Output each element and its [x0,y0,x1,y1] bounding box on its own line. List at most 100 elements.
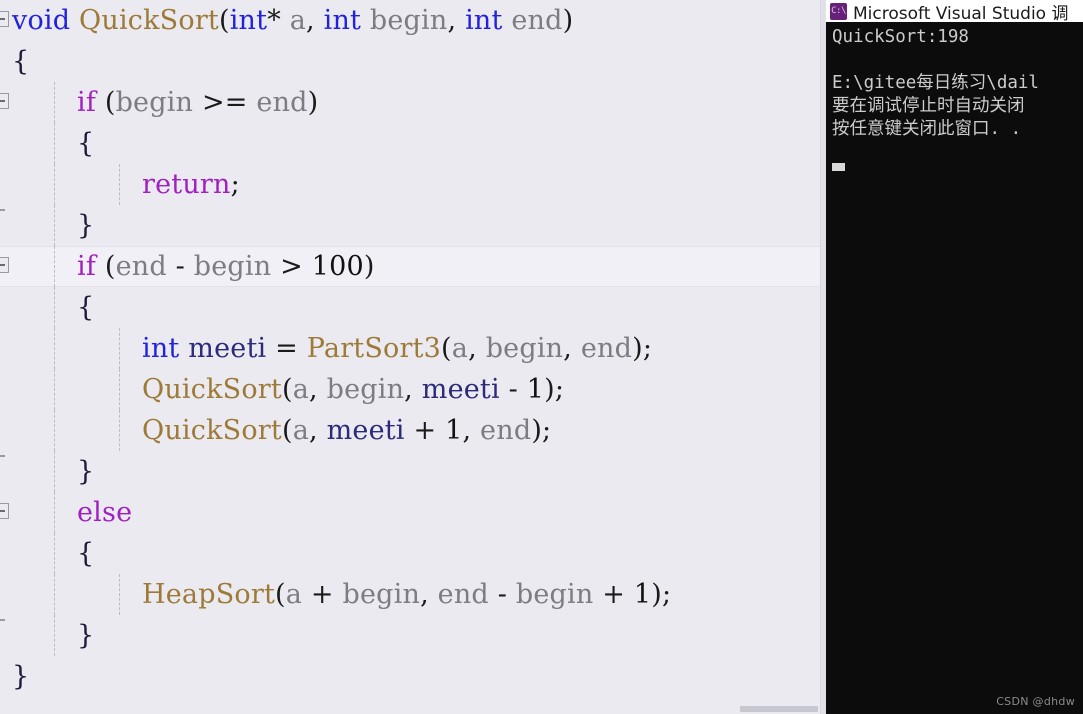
code-line-text: { [77,533,94,574]
code-line[interactable]: { [0,123,820,164]
code-token: { [12,46,30,77]
code-token: int [465,5,503,36]
code-line[interactable]: else [0,492,820,533]
code-line-text: } [12,656,29,697]
indent-guide [54,492,55,533]
code-line-text: return; [142,164,240,205]
code-token: - [508,374,518,405]
editor-scrollbar-thumb[interactable] [740,706,818,712]
code-token: + [602,579,626,610]
code-line[interactable]: void QuickSort(int* a, int begin, int en… [0,0,820,41]
indent-guide [119,164,120,205]
code-fold-toggle[interactable] [0,257,9,273]
code-line-text: } [77,615,94,656]
screenshot-root: void QuickSort(int* a, int begin, int en… [0,0,1083,714]
code-token: a [285,579,303,610]
code-line[interactable]: QuickSort(a, begin, meeti - 1); [0,369,820,410]
console-line: 按任意键关闭此窗口. . [832,119,1022,139]
code-token: a [292,374,309,405]
code-token: } [77,210,95,241]
console-output-area[interactable]: QuickSort:198 E:\gitee每日练习\dail 要在调试停止时自… [826,22,1083,714]
console-line: 要在调试停止时自动关闭 [832,96,1025,116]
code-fold-toggle[interactable] [0,503,9,519]
code-token: end [256,87,308,118]
code-token: begin [193,251,272,282]
indent-guide [54,410,55,451]
code-lines-container[interactable]: void QuickSort(int* a, int begin, int en… [0,0,820,714]
code-token: } [77,620,95,651]
code-line-text: } [77,451,94,492]
code-token: void [12,5,71,36]
indent-guide [54,164,55,205]
indent-guide [119,369,120,410]
console-icon-glyph: C:\ [831,5,846,16]
code-token: * [267,5,281,36]
code-line[interactable]: HeapSort(a + begin, end - begin + 1); [0,574,820,615]
code-token: ( [104,87,116,118]
code-token: ( [275,579,286,610]
code-token: + [413,415,437,446]
code-line-text: } [77,205,94,246]
code-line[interactable]: return; [0,164,820,205]
code-line-text: { [77,287,94,328]
code-line[interactable]: int meeti = PartSort3(a, begin, end); [0,328,820,369]
code-fold-toggle[interactable] [0,11,9,27]
code-line[interactable]: } [0,205,820,246]
code-line[interactable]: { [0,287,820,328]
code-token: ( [281,415,293,446]
code-line[interactable]: { [0,41,820,82]
indent-guide [54,615,55,656]
editor-horizontal-scrollbar[interactable] [0,704,820,714]
code-line[interactable]: QuickSort(a, meeti + 1, end); [0,410,820,451]
code-line[interactable]: { [0,533,820,574]
console-window[interactable]: C:\ Microsoft Visual Studio 调 QuickSort:… [826,0,1083,714]
code-fold-end-marker [0,209,5,211]
code-line[interactable]: } [0,451,820,492]
code-line[interactable]: if (end - begin > 100) [0,246,820,287]
code-token: , [468,333,477,364]
code-line-text: { [12,41,29,82]
code-line-text: QuickSort(a, begin, meeti - 1); [142,369,564,410]
console-title-bar[interactable]: C:\ Microsoft Visual Studio 调 [826,0,1083,22]
code-token: ( [441,333,452,364]
code-token: } [12,661,30,692]
code-token: ); [531,415,552,446]
code-fold-end-marker [0,619,5,621]
code-editor-pane[interactable]: void QuickSort(int* a, int begin, int en… [0,0,826,714]
code-token: int [229,5,268,36]
code-token: ); [632,333,653,364]
code-line[interactable]: } [0,656,820,697]
code-token: > [280,251,303,282]
code-token: ( [104,251,116,282]
indent-guide [54,287,55,328]
code-token: meeti [188,333,267,364]
code-line[interactable]: } [0,615,820,656]
indent-guide [54,246,55,287]
code-token: QuickSort [142,415,282,446]
code-fold-toggle[interactable] [0,93,9,109]
indent-guide [54,451,55,492]
code-line-text: else [77,492,132,533]
code-token: a [451,333,469,364]
code-token: begin [326,374,405,405]
code-token: ; [230,169,240,200]
code-line[interactable]: if (begin >= end) [0,82,820,123]
code-token: , [309,415,318,446]
code-token: end [580,333,633,364]
code-token: end [437,579,489,610]
